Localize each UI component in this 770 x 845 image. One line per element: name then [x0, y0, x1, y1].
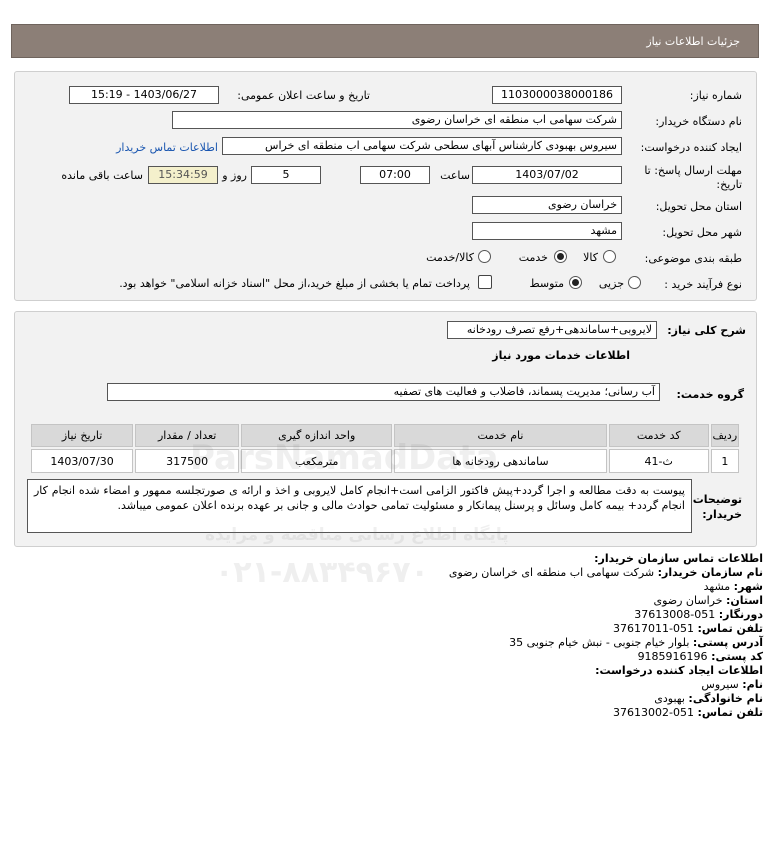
days-remaining-field: 5	[251, 166, 321, 184]
buyer-notes-field: پیوست به دقت مطالعه و اجرا گردد+پیش فاکت…	[27, 479, 692, 533]
days-label: روز و	[222, 169, 247, 182]
cell-row-number: 1	[710, 449, 739, 473]
process-radio-minor[interactable]	[628, 276, 641, 289]
service-group-field: آب رسانی؛ مدیریت پسماند، فاضلاب و فعالیت…	[107, 383, 660, 401]
deadline-label: مهلت ارسال پاسخ: تا	[644, 164, 742, 177]
remaining-time-field: 15:34:59	[148, 166, 218, 184]
category-radio-goods-service[interactable]	[478, 250, 491, 263]
contact-city: شهر: مشهد	[703, 580, 763, 593]
contact-province: استان: خراسان رضوی	[653, 594, 763, 607]
creator-heading: اطلاعات ایجاد کننده درخواست:	[595, 664, 763, 677]
province-label: استان محل تحویل:	[655, 200, 742, 213]
col-service-name: نام خدمت	[394, 424, 607, 447]
contact-org: نام سازمان خریدار: شرکت سهامی اب منطقه ا…	[448, 566, 763, 579]
col-service-code: کد خدمت	[608, 424, 709, 447]
contact-phone: تلفن تماس: 051-37617011	[613, 622, 763, 635]
buyer-org-label: نام دستگاه خریدار:	[655, 115, 742, 128]
category-option-service: خدمت	[518, 251, 548, 264]
buyer-notes-label-2: خریدار:	[702, 508, 742, 521]
category-radio-service[interactable]	[554, 250, 567, 263]
creator-label: ایجاد کننده درخواست:	[640, 141, 742, 154]
col-quantity: تعداد / مقدار	[135, 424, 240, 447]
city-label: شهر محل تحویل:	[662, 226, 742, 239]
category-option-goods-service: کالا/خدمت	[426, 251, 474, 264]
treasury-payment-checkbox[interactable]	[478, 275, 492, 289]
process-radio-medium[interactable]	[569, 276, 582, 289]
col-unit: واحد اندازه گیری	[241, 424, 393, 447]
contact-fax: دورنگار: 051-37613008	[634, 608, 763, 621]
remaining-time-label: ساعت باقی مانده	[61, 169, 143, 182]
announce-date-field: 1403/06/27 - 15:19	[69, 86, 219, 104]
buyer-org-field: شرکت سهامی اب منطقه ای خراسان رضوی	[172, 111, 622, 129]
city-field: مشهد	[472, 222, 622, 240]
services-table: ردیف کد خدمت نام خدمت واحد اندازه گیری ت…	[29, 422, 741, 475]
buyer-contact-link[interactable]: اطلاعات تماس خریدار	[116, 141, 218, 154]
table-header-row: ردیف کد خدمت نام خدمت واحد اندازه گیری ت…	[31, 424, 739, 447]
treasury-payment-note: پرداخت تمام یا بخشی از مبلغ خرید،از محل …	[119, 277, 470, 290]
services-heading: اطلاعات خدمات مورد نیاز	[492, 349, 630, 362]
cell-service-name: ساماندهی رودخانه ها	[394, 449, 607, 473]
summary-field: لایروبی+ساماندهی+رفع تصرف رودخانه	[447, 321, 657, 339]
deadline-time-field: 07:00	[360, 166, 430, 184]
watermark-phone: ۰۲۱-۸۸۳۴۹۶۷۰	[215, 555, 429, 590]
process-label: نوع فرآیند خرید :	[664, 278, 742, 291]
creator-phone: تلفن تماس: 051-37613002	[613, 706, 763, 719]
category-option-goods: کالا	[583, 251, 598, 264]
contact-heading: اطلاعات تماس سازمان خریدار:	[594, 552, 763, 565]
process-option-minor: جزیی	[598, 277, 624, 290]
category-radio-goods[interactable]	[603, 250, 616, 263]
deadline-date-field: 1403/07/02	[472, 166, 622, 184]
page-title: جزئیات اطلاعات نیاز	[646, 35, 740, 48]
deadline-label-date: تاریخ:	[716, 178, 742, 191]
need-number-field: 1103000038000186	[492, 86, 622, 104]
need-number-label: شماره نیاز:	[689, 89, 742, 102]
col-need-date: تاریخ نیاز	[31, 424, 134, 447]
cell-unit: مترمکعب	[241, 449, 393, 473]
service-group-label: گروه خدمت:	[676, 388, 744, 401]
creator-name: نام: سیروس	[701, 678, 763, 691]
creator-field: سیروس بهبودی کارشناس آبهای سطحی شرکت سها…	[222, 137, 622, 155]
province-field: خراسان رضوی	[472, 196, 622, 214]
contact-postal-code: کد پستی: 9185916196	[637, 650, 763, 663]
process-option-medium: متوسط	[529, 277, 564, 290]
category-label: طبقه بندی موضوعی:	[644, 252, 742, 265]
cell-service-code: ث-41	[608, 449, 709, 473]
creator-family: نام خانوادگی: بهبودی	[654, 692, 763, 705]
summary-label: شرح کلی نیاز:	[667, 324, 746, 337]
cell-quantity: 317500	[135, 449, 240, 473]
need-info-panel	[14, 71, 757, 301]
deadline-time-label: ساعت	[440, 169, 470, 182]
page-header: جزئیات اطلاعات نیاز	[11, 24, 759, 58]
buyer-notes-label: توضیحات	[692, 493, 742, 506]
table-row: 1 ث-41 ساماندهی رودخانه ها مترمکعب 31750…	[31, 449, 739, 473]
cell-need-date: 1403/07/30	[31, 449, 134, 473]
announce-date-label: تاریخ و ساعت اعلان عمومی:	[237, 89, 370, 102]
contact-address: آدرس پستی: بلوار خیام جنوبی - نبش خیام ج…	[509, 636, 763, 649]
col-row-number: ردیف	[710, 424, 739, 447]
